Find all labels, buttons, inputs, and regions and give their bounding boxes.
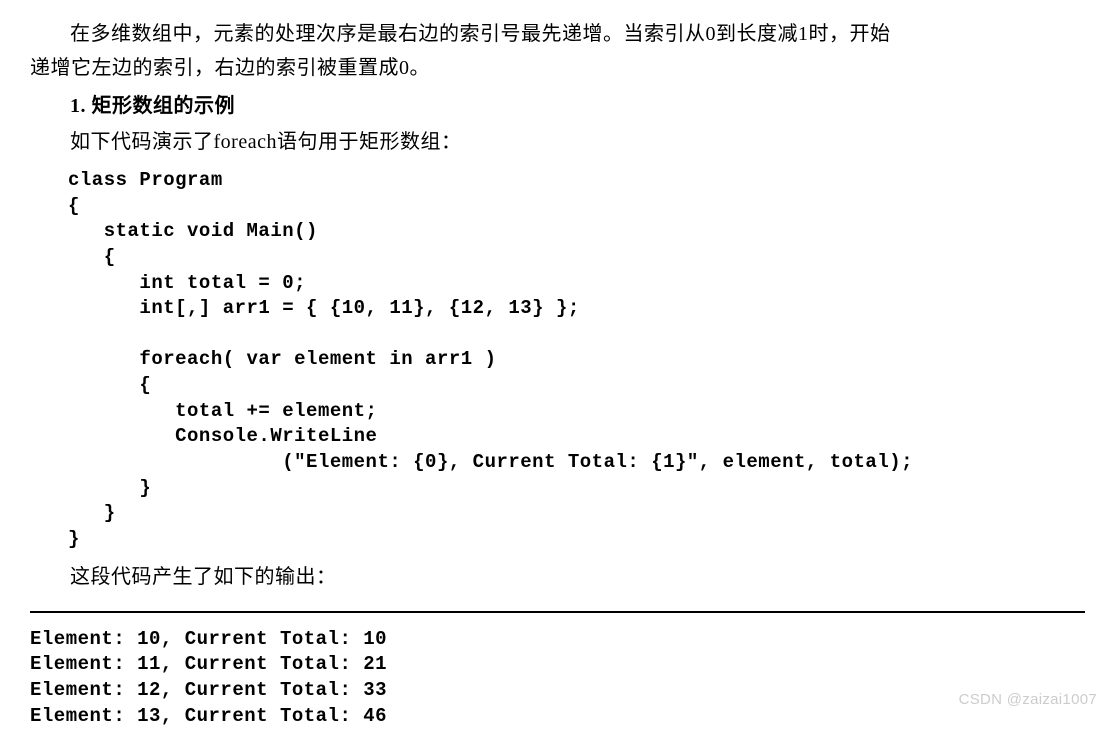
paragraph-2: 如下代码演示了foreach语句用于矩形数组： — [30, 126, 1085, 158]
paragraph-1-line-1: 在多维数组中，元素的处理次序是最右边的索引号最先递增。当索引从0到长度减1时，开… — [30, 18, 1085, 50]
horizontal-divider — [30, 611, 1085, 613]
document-content: 在多维数组中，元素的处理次序是最右边的索引号最先递增。当索引从0到长度减1时，开… — [30, 18, 1085, 729]
code-example: class Program { static void Main() { int… — [68, 168, 1085, 553]
paragraph-3: 这段代码产生了如下的输出： — [30, 561, 1085, 593]
section-heading: 1. 矩形数组的示例 — [30, 90, 1085, 122]
watermark: CSDN @zaizai1007 — [959, 691, 1097, 708]
paragraph-1-line-2: 递增它左边的索引，右边的索引被重置成0。 — [30, 52, 1085, 84]
